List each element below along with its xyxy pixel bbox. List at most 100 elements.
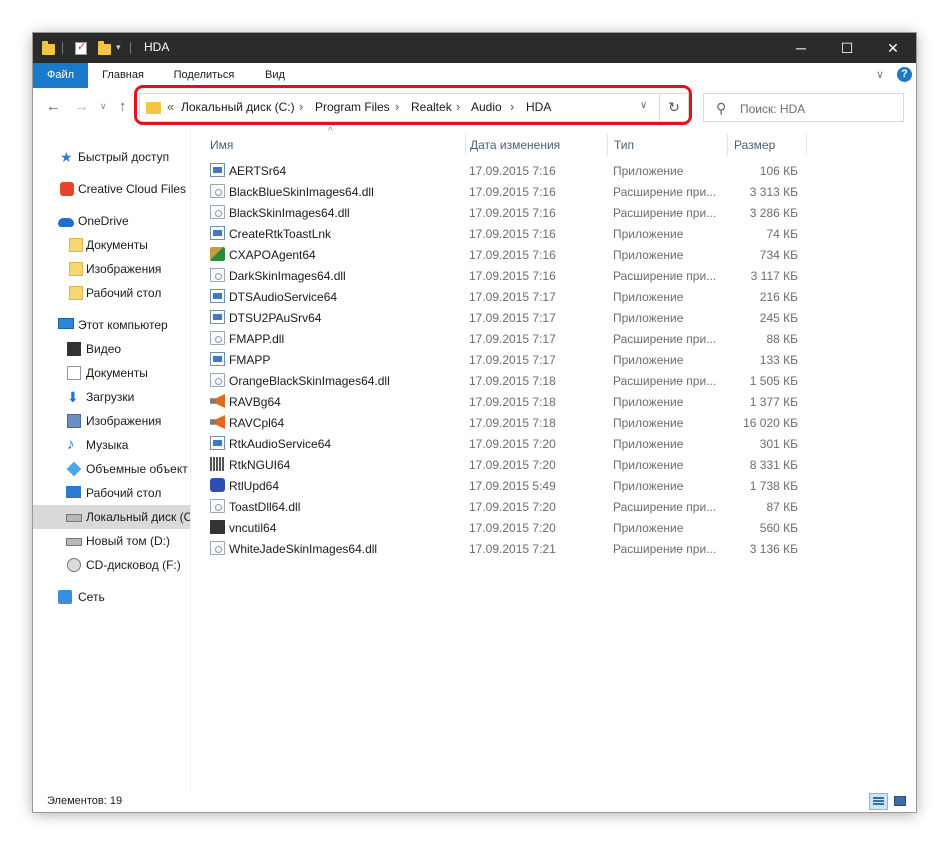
- maximize-button[interactable]: ☐: [824, 33, 870, 63]
- sidebar-item-drive-d[interactable]: Новый том (D:): [33, 529, 190, 553]
- column-header-name[interactable]: Имя: [210, 132, 233, 158]
- breadcrumb-program-files[interactable]: Program Files: [315, 100, 390, 114]
- file-name: FMAPP.dll: [229, 332, 285, 346]
- search-input[interactable]: [738, 99, 902, 118]
- up-button[interactable]: ↑: [119, 98, 127, 115]
- file-size: 3 286 КБ: [749, 206, 798, 220]
- folder-icon: [69, 262, 83, 276]
- sidebar-item-onedrive-desktop[interactable]: Рабочий стол: [33, 281, 190, 305]
- sidebar-item-pictures[interactable]: Изображения: [33, 409, 190, 433]
- file-size: 301 КБ: [759, 437, 798, 451]
- file-row[interactable]: RtkNGUI64 17.09.2015 7:20 Приложение 8 3…: [206, 454, 806, 475]
- sidebar-item-onedrive-documents[interactable]: Документы: [33, 233, 190, 257]
- address-bar[interactable]: « Локальный диск (C:) › Program Files › …: [139, 93, 689, 122]
- file-row[interactable]: DTSAudioService64 17.09.2015 7:17 Прилож…: [206, 286, 806, 307]
- help-icon[interactable]: ?: [897, 67, 912, 82]
- details-view-icon: [873, 797, 884, 806]
- sidebar-item-this-pc[interactable]: Этот компьютер: [33, 313, 190, 337]
- file-row[interactable]: RtlUpd64 17.09.2015 5:49 Приложение 1 73…: [206, 475, 806, 496]
- breadcrumb-hda[interactable]: HDA: [526, 100, 551, 114]
- sidebar-item-creative-cloud[interactable]: Creative Cloud Files: [33, 177, 190, 201]
- column-header-type[interactable]: Тип: [614, 132, 634, 158]
- file-row[interactable]: ToastDll64.dll 17.09.2015 7:20 Расширени…: [206, 496, 806, 517]
- file-size: 3 136 КБ: [749, 542, 798, 556]
- file-row[interactable]: CreateRtkToastLnk 17.09.2015 7:16 Прилож…: [206, 223, 806, 244]
- file-type: Расширение при...: [613, 206, 717, 220]
- file-row[interactable]: RAVBg64 17.09.2015 7:18 Приложение 1 377…: [206, 391, 806, 412]
- chevron-right-icon[interactable]: ›: [510, 99, 514, 114]
- search-box[interactable]: ⚲: [703, 93, 904, 122]
- file-row[interactable]: RAVCpl64 17.09.2015 7:18 Приложение 16 0…: [206, 412, 806, 433]
- file-row[interactable]: OrangeBlackSkinImages64.dll 17.09.2015 7…: [206, 370, 806, 391]
- tab-file[interactable]: Файл: [33, 63, 88, 88]
- large-icons-view-button[interactable]: [891, 793, 910, 810]
- file-type: Приложение: [613, 290, 684, 304]
- file-type: Приложение: [613, 395, 684, 409]
- sidebar-item-label: Видео: [86, 342, 122, 356]
- sidebar-item-local-disk-c[interactable]: Локальный диск (C: [33, 505, 190, 529]
- breadcrumb-local-disk[interactable]: Локальный диск (C:): [181, 100, 295, 114]
- column-divider[interactable]: [607, 134, 608, 156]
- creative-cloud-icon: [60, 182, 74, 196]
- tab-home[interactable]: Главная: [91, 63, 155, 88]
- refresh-button[interactable]: ↻: [659, 93, 689, 122]
- file-type: Приложение: [613, 479, 684, 493]
- minimize-button[interactable]: ─: [778, 33, 824, 63]
- sidebar-item-desktop[interactable]: Рабочий стол: [33, 481, 190, 505]
- column-header-size[interactable]: Размер: [734, 132, 775, 158]
- chevron-right-icon[interactable]: ›: [456, 99, 460, 114]
- sidebar-item-label: Объемные объект: [86, 462, 188, 476]
- sidebar-item-videos[interactable]: Видео: [33, 337, 190, 361]
- file-row[interactable]: WhiteJadeSkinImages64.dll 17.09.2015 7:2…: [206, 538, 806, 559]
- file-row[interactable]: FMAPP.dll 17.09.2015 7:17 Расширение при…: [206, 328, 806, 349]
- details-view-button[interactable]: [869, 793, 888, 810]
- file-row[interactable]: DarkSkinImages64.dll 17.09.2015 7:16 Рас…: [206, 265, 806, 286]
- sidebar-item-onedrive-images[interactable]: Изображения: [33, 257, 190, 281]
- chevron-right-icon[interactable]: ›: [395, 99, 399, 114]
- column-divider[interactable]: [465, 134, 466, 156]
- expand-ribbon-icon[interactable]: ∨: [876, 68, 884, 81]
- sidebar-item-label: Документы: [86, 366, 148, 380]
- address-dropdown-icon[interactable]: ∨: [640, 100, 647, 111]
- column-divider[interactable]: [727, 134, 728, 156]
- quick-access-dropdown-icon[interactable]: ▾: [116, 42, 121, 53]
- column-header-date[interactable]: Дата изменения: [470, 132, 560, 158]
- cloud-icon: [58, 218, 74, 227]
- chevron-right-icon[interactable]: ›: [299, 99, 303, 114]
- file-row[interactable]: BlackSkinImages64.dll 17.09.2015 7:16 Ра…: [206, 202, 806, 223]
- sidebar-item-documents[interactable]: Документы: [33, 361, 190, 385]
- sidebar-item-3d-objects[interactable]: Объемные объект: [33, 457, 190, 481]
- sidebar-item-network[interactable]: Сеть: [33, 585, 190, 609]
- breadcrumb-audio[interactable]: Audio: [471, 100, 502, 114]
- file-row[interactable]: BlackBlueSkinImages64.dll 17.09.2015 7:1…: [206, 181, 806, 202]
- sidebar-item-downloads[interactable]: ⬇ Загрузки: [33, 385, 190, 409]
- sidebar-item-cd-drive-f[interactable]: CD-дисковод (F:): [33, 553, 190, 577]
- recent-locations-button[interactable]: ∨: [100, 101, 107, 112]
- file-row[interactable]: DTSU2PAuSrv64 17.09.2015 7:17 Приложение…: [206, 307, 806, 328]
- close-button[interactable]: ✕: [870, 33, 916, 63]
- file-row[interactable]: CXAPOAgent64 17.09.2015 7:16 Приложение …: [206, 244, 806, 265]
- breadcrumb-realtek[interactable]: Realtek: [411, 100, 452, 114]
- sidebar-item-onedrive[interactable]: OneDrive: [33, 209, 190, 233]
- breadcrumb-overflow[interactable]: «: [167, 99, 174, 114]
- new-folder-icon[interactable]: [98, 41, 111, 55]
- tab-view[interactable]: Вид: [255, 63, 295, 88]
- sidebar-item-quick-access[interactable]: ★ Быстрый доступ: [33, 145, 190, 169]
- tab-share[interactable]: Поделиться: [165, 63, 243, 88]
- file-name: vncutil64: [229, 521, 277, 535]
- forward-button[interactable]: →: [74, 98, 89, 115]
- file-name: CXAPOAgent64: [229, 248, 316, 262]
- file-row[interactable]: FMAPP 17.09.2015 7:17 Приложение 133 КБ: [206, 349, 806, 370]
- file-row[interactable]: RtkAudioService64 17.09.2015 7:20 Прилож…: [206, 433, 806, 454]
- properties-icon[interactable]: ✓: [75, 41, 87, 55]
- file-name: DTSAudioService64: [229, 290, 338, 304]
- cube-icon: [66, 461, 82, 477]
- file-name: OrangeBlackSkinImages64.dll: [229, 374, 390, 388]
- exe-icon: [210, 436, 225, 450]
- back-button[interactable]: ←: [46, 98, 61, 115]
- file-row[interactable]: AERTSr64 17.09.2015 7:16 Приложение 106 …: [206, 160, 806, 181]
- dll-icon: [210, 373, 225, 387]
- sidebar-item-music[interactable]: ♪ Музыка: [33, 433, 190, 457]
- file-row[interactable]: vncutil64 17.09.2015 7:20 Приложение 560…: [206, 517, 806, 538]
- column-divider[interactable]: [806, 134, 807, 156]
